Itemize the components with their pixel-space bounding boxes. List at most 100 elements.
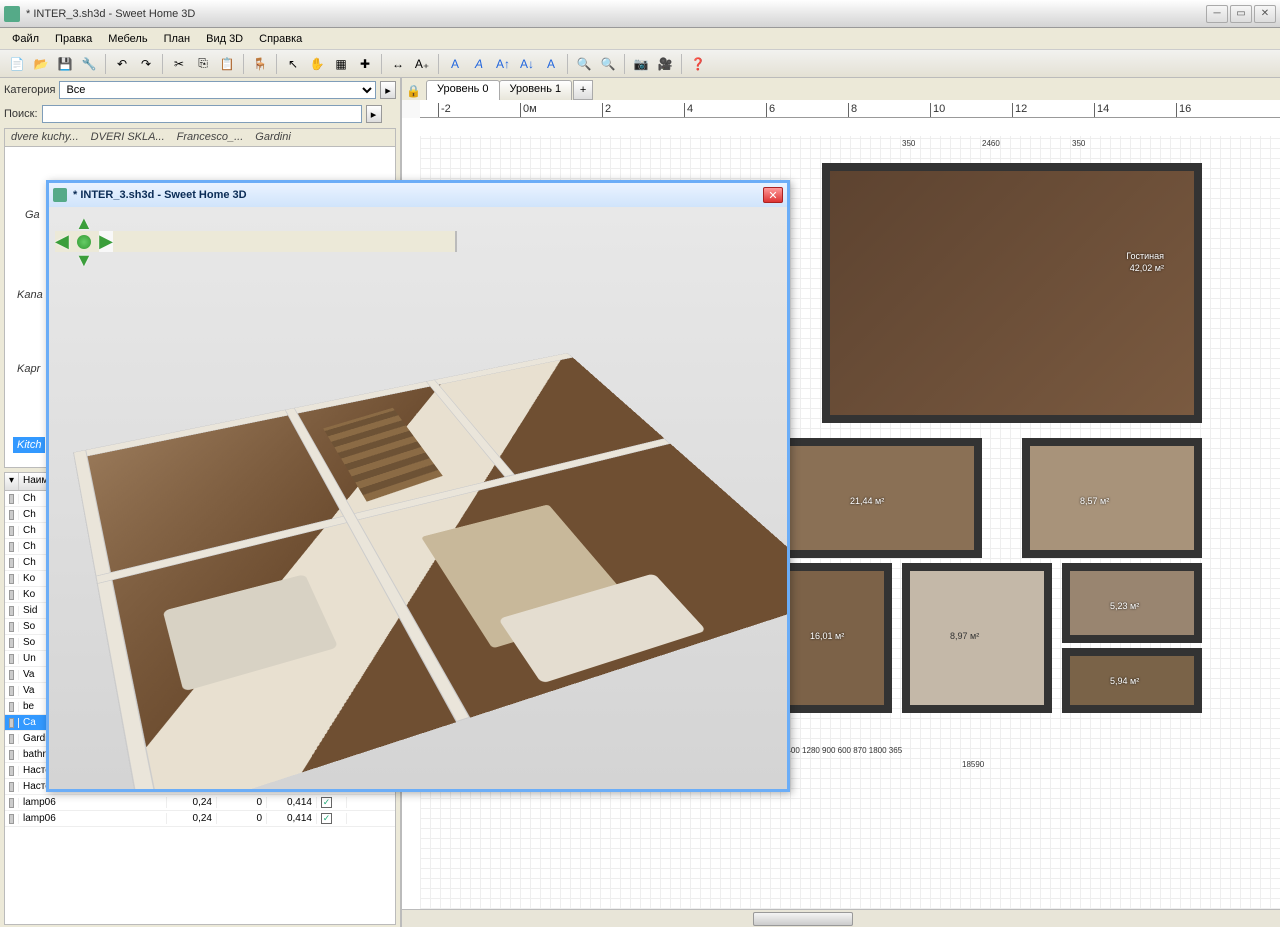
item-icon [9, 814, 14, 824]
item-icon [9, 558, 14, 568]
room[interactable]: 8,57 м² [1022, 438, 1202, 558]
item-icon [9, 734, 14, 744]
item-icon [9, 526, 14, 536]
close-button[interactable]: ✕ [1254, 5, 1276, 23]
item-icon [9, 750, 14, 760]
lock-icon[interactable]: 🔒 [406, 84, 422, 100]
room-living[interactable]: Гостиная 42,02 м² [822, 163, 1202, 423]
item-icon [9, 670, 14, 680]
table-row[interactable]: lamp060,2400,414✓ [5, 811, 395, 827]
create-photo-icon[interactable]: 📷 [630, 53, 652, 75]
pan-icon[interactable]: ✋ [306, 53, 328, 75]
horizontal-ruler: -20м246810121416 [420, 100, 1280, 118]
item-icon [9, 798, 14, 808]
item-icon [9, 606, 14, 616]
zoom-out-icon[interactable]: 🔍 [597, 53, 619, 75]
category-select[interactable]: Все [59, 81, 376, 99]
text-color-icon[interactable]: A [540, 53, 562, 75]
item-icon [9, 718, 14, 728]
level-tab-0[interactable]: Уровень 0 [426, 80, 500, 100]
ruler-tick: 12 [1012, 103, 1027, 117]
select-icon[interactable]: ↖ [282, 53, 304, 75]
catalog-tab[interactable]: Gardini [249, 129, 296, 146]
ruler-tick: 2 [602, 103, 611, 117]
minimize-button[interactable]: ─ [1206, 5, 1228, 23]
search-clear-icon[interactable]: ▸ [366, 105, 382, 123]
zoom-in-icon[interactable]: 🔍 [573, 53, 595, 75]
open-icon[interactable]: 📂 [30, 53, 52, 75]
item-icon [9, 654, 14, 664]
catalog-tab[interactable]: dvere kuchy... [5, 129, 85, 146]
item-icon [9, 510, 14, 520]
3d-window-close-button[interactable]: ✕ [763, 187, 783, 203]
bold-icon[interactable]: A [444, 53, 466, 75]
create-text-icon[interactable]: A₊ [411, 53, 433, 75]
category-expand-icon[interactable]: ▸ [380, 81, 396, 99]
menu-3dview[interactable]: Вид 3D [198, 31, 251, 47]
help-icon[interactable]: ❓ [687, 53, 709, 75]
item-icon [9, 622, 14, 632]
catalog-tab[interactable]: Francesco_... [171, 129, 250, 146]
decrease-text-icon[interactable]: A↓ [516, 53, 538, 75]
menu-help[interactable]: Справка [251, 31, 310, 47]
catalog-item[interactable]: Ga [21, 207, 44, 223]
italic-icon[interactable]: A [468, 53, 490, 75]
ruler-tick: 16 [1176, 103, 1191, 117]
visibility-checkbox[interactable]: ✓ [321, 797, 332, 808]
ruler-tick: 6 [766, 103, 775, 117]
window-titlebar: * INTER_3.sh3d - Sweet Home 3D ─ ▭ ✕ [0, 0, 1280, 28]
create-video-icon[interactable]: 🎥 [654, 53, 676, 75]
create-walls-icon[interactable]: ▦ [330, 53, 352, 75]
catalog-item[interactable]: Kana [13, 287, 47, 303]
menu-edit[interactable]: Правка [47, 31, 100, 47]
search-input[interactable] [42, 105, 362, 123]
table-row[interactable]: lamp060,2400,414✓ [5, 795, 395, 811]
item-icon [9, 494, 14, 504]
catalog-tab[interactable]: DVERI SKLA... [85, 129, 171, 146]
item-icon [9, 702, 14, 712]
item-icon [9, 590, 14, 600]
room[interactable]: 8,97 м² [902, 563, 1052, 713]
catalog-item[interactable]: Kapr [13, 361, 44, 377]
ruler-tick: 14 [1094, 103, 1109, 117]
visibility-checkbox[interactable]: ✓ [321, 813, 332, 824]
item-icon [9, 542, 14, 552]
new-icon[interactable]: 📄 [6, 53, 28, 75]
create-dimensions-icon[interactable]: ↔ [387, 53, 409, 75]
search-label: Поиск: [4, 108, 38, 120]
room[interactable]: 5,94 м² [1062, 648, 1202, 713]
save-icon[interactable]: 💾 [54, 53, 76, 75]
room[interactable]: 16,01 м² [782, 563, 892, 713]
preferences-icon[interactable]: 🔧 [78, 53, 100, 75]
item-icon [9, 686, 14, 696]
3d-view-window[interactable]: * INTER_3.sh3d - Sweet Home 3D ✕ ▲ ▼ ◀ ▶ [46, 180, 790, 792]
create-rooms-icon[interactable]: ✚ [354, 53, 376, 75]
scrollbar-thumb[interactable] [753, 912, 853, 926]
paste-icon[interactable]: 📋 [216, 53, 238, 75]
redo-icon[interactable]: ↷ [135, 53, 157, 75]
cut-icon[interactable]: ✂ [168, 53, 190, 75]
horizontal-scrollbar[interactable] [402, 909, 1280, 927]
room[interactable]: 21,44 м² [782, 438, 982, 558]
app-icon [53, 188, 67, 202]
menu-furniture[interactable]: Мебель [100, 31, 155, 47]
undo-icon[interactable]: ↶ [111, 53, 133, 75]
level-tab-1[interactable]: Уровень 1 [499, 80, 573, 100]
room[interactable]: 5,23 м² [1062, 563, 1202, 643]
menu-file[interactable]: Файл [4, 31, 47, 47]
maximize-button[interactable]: ▭ [1230, 5, 1252, 23]
3d-window-title: * INTER_3.sh3d - Sweet Home 3D [73, 189, 757, 201]
add-level-button[interactable]: + [573, 80, 593, 100]
menubar: Файл Правка Мебель План Вид 3D Справка [0, 28, 1280, 50]
menu-plan[interactable]: План [156, 31, 199, 47]
window-title: * INTER_3.sh3d - Sweet Home 3D [26, 8, 1206, 20]
3d-viewport[interactable]: ▲ ▼ ◀ ▶ [49, 207, 787, 789]
copy-icon[interactable]: ⎘ [192, 53, 214, 75]
ruler-tick: 8 [848, 103, 857, 117]
item-icon [9, 766, 14, 776]
catalog-item[interactable]: Kitch [13, 437, 45, 453]
increase-text-icon[interactable]: A↑ [492, 53, 514, 75]
add-furniture-icon[interactable]: 🪑 [249, 53, 271, 75]
toolbar: 📄 📂 💾 🔧 ↶ ↷ ✂ ⎘ 📋 🪑 ↖ ✋ ▦ ✚ ↔ A₊ A A A↑ … [0, 50, 1280, 78]
3d-window-titlebar[interactable]: * INTER_3.sh3d - Sweet Home 3D ✕ [49, 183, 787, 207]
